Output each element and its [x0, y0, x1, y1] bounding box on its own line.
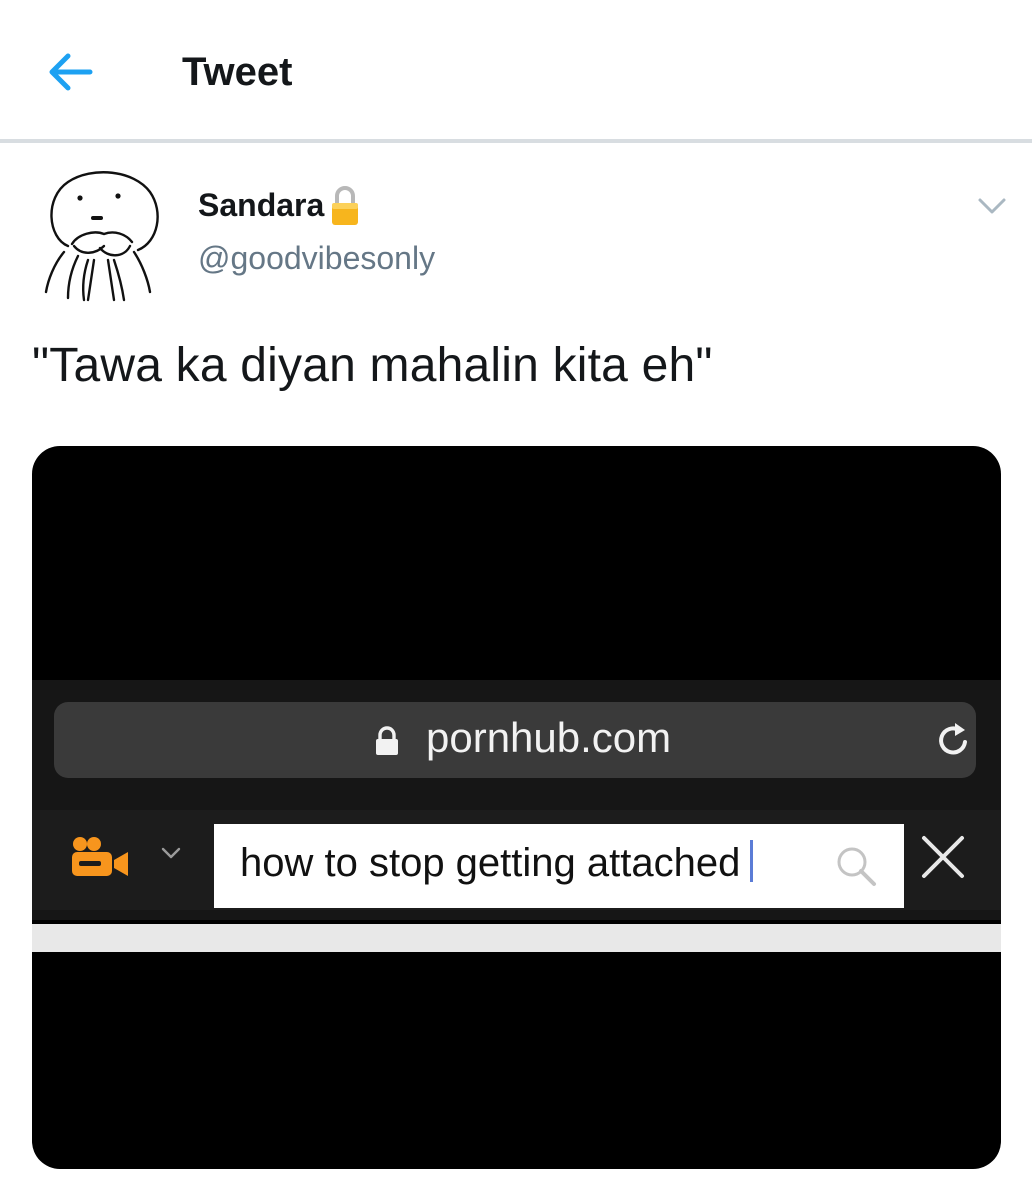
avatar[interactable] [38, 168, 166, 304]
site-search-row: how to stop getting attached [32, 810, 1001, 910]
chevron-down-icon [161, 847, 181, 859]
address-url: pornhub.com [426, 714, 672, 761]
text-caret [750, 840, 754, 882]
reload-icon [939, 723, 967, 755]
display-name[interactable]: Sandara [198, 187, 324, 224]
header-divider [0, 139, 1032, 143]
chevron-down-icon[interactable] [976, 190, 1008, 222]
author-name-row: Sandara [198, 184, 360, 226]
page-divider-stripe [32, 924, 1001, 952]
tweet-media-image[interactable]: pornhub.com how to stop getting attached [32, 446, 1001, 1169]
page-title: Tweet [182, 50, 293, 94]
back-arrow-icon[interactable] [44, 48, 96, 96]
tweet-text: "Tawa ka diyan mahalin kita eh" [32, 339, 713, 392]
top-bar: Tweet [0, 0, 1032, 140]
search-query: how to stop getting attached [240, 841, 741, 885]
address-bar: pornhub.com [54, 702, 976, 778]
site-search-box: how to stop getting attached [214, 824, 904, 908]
search-icon [837, 847, 876, 886]
close-icon [922, 836, 964, 878]
browser-screenshot: pornhub.com how to stop getting attached [32, 680, 1001, 920]
padlock-icon [376, 726, 398, 755]
author-handle[interactable]: @goodvibesonly [198, 240, 435, 277]
lock-icon [332, 186, 359, 225]
video-camera-icon [72, 837, 128, 876]
